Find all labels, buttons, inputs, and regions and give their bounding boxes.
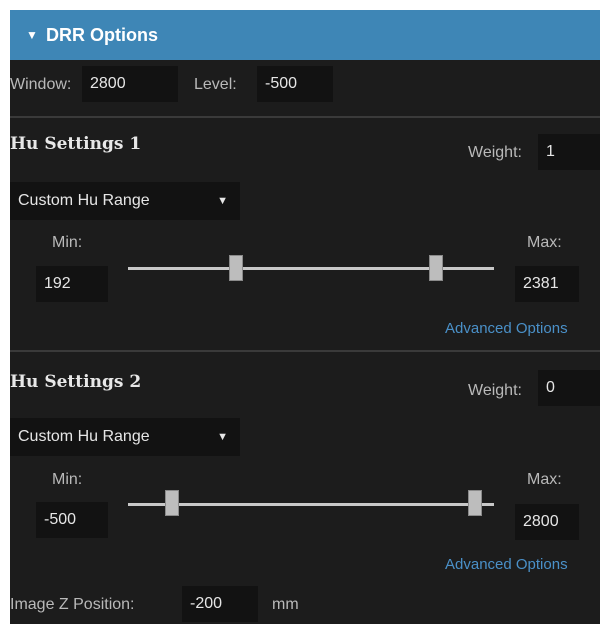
hu2-max-input[interactable]: 2800 xyxy=(515,504,579,540)
panel-title: DRR Options xyxy=(46,24,158,45)
hu1-min-label: Min: xyxy=(52,234,83,251)
hu2-min-slider-handle[interactable] xyxy=(165,490,179,516)
hu2-range-value: Custom Hu Range xyxy=(18,428,150,445)
chevron-down-icon: ▼ xyxy=(217,195,228,207)
hu2-max-label: Max: xyxy=(527,471,562,488)
hu2-min-input[interactable]: -500 xyxy=(36,502,108,538)
hu2-advanced-options-link[interactable]: Advanced Options xyxy=(445,556,568,573)
divider xyxy=(10,116,600,118)
hu1-min-input[interactable]: 192 xyxy=(36,266,108,302)
image-z-unit: mm xyxy=(272,596,299,613)
level-input[interactable]: -500 xyxy=(257,66,333,102)
hu2-weight-input[interactable]: 0 xyxy=(538,370,600,406)
hu1-max-slider-handle[interactable] xyxy=(429,255,443,281)
hu1-weight-input[interactable]: 1 xyxy=(538,134,600,170)
hu1-advanced-options-link[interactable]: Advanced Options xyxy=(445,320,568,337)
hu2-range-track[interactable] xyxy=(128,503,494,506)
image-z-position-label: Image Z Position: xyxy=(10,596,135,613)
hu1-max-input[interactable]: 2381 xyxy=(515,266,579,302)
collapse-caret-icon[interactable]: ▼ xyxy=(26,28,40,42)
hu-settings-2-title: Hu Settings 2 xyxy=(10,372,142,392)
hu2-weight-label: Weight: xyxy=(468,382,522,399)
hu1-max-label: Max: xyxy=(527,234,562,251)
hu1-weight-label: Weight: xyxy=(468,144,522,161)
window-label: Window: xyxy=(10,76,72,93)
hu2-max-slider-handle[interactable] xyxy=(468,490,482,516)
hu-settings-1-title: Hu Settings 1 xyxy=(10,134,142,154)
image-z-position-input[interactable]: -200 xyxy=(182,586,258,622)
level-label: Level: xyxy=(194,76,237,93)
divider xyxy=(10,350,600,352)
hu2-min-label: Min: xyxy=(52,471,83,488)
hu1-range-value: Custom Hu Range xyxy=(18,192,150,209)
hu1-min-slider-handle[interactable] xyxy=(229,255,243,281)
hu1-range-select[interactable]: Custom Hu Range ▼ xyxy=(10,182,240,220)
panel-header[interactable]: ▼ DRR Options xyxy=(10,10,600,60)
hu2-range-select[interactable]: Custom Hu Range ▼ xyxy=(10,418,240,456)
window-input[interactable]: 2800 xyxy=(82,66,178,102)
drr-options-panel: ▼ DRR Options Window: 2800 Level: -500 H… xyxy=(10,10,600,624)
chevron-down-icon: ▼ xyxy=(217,431,228,443)
